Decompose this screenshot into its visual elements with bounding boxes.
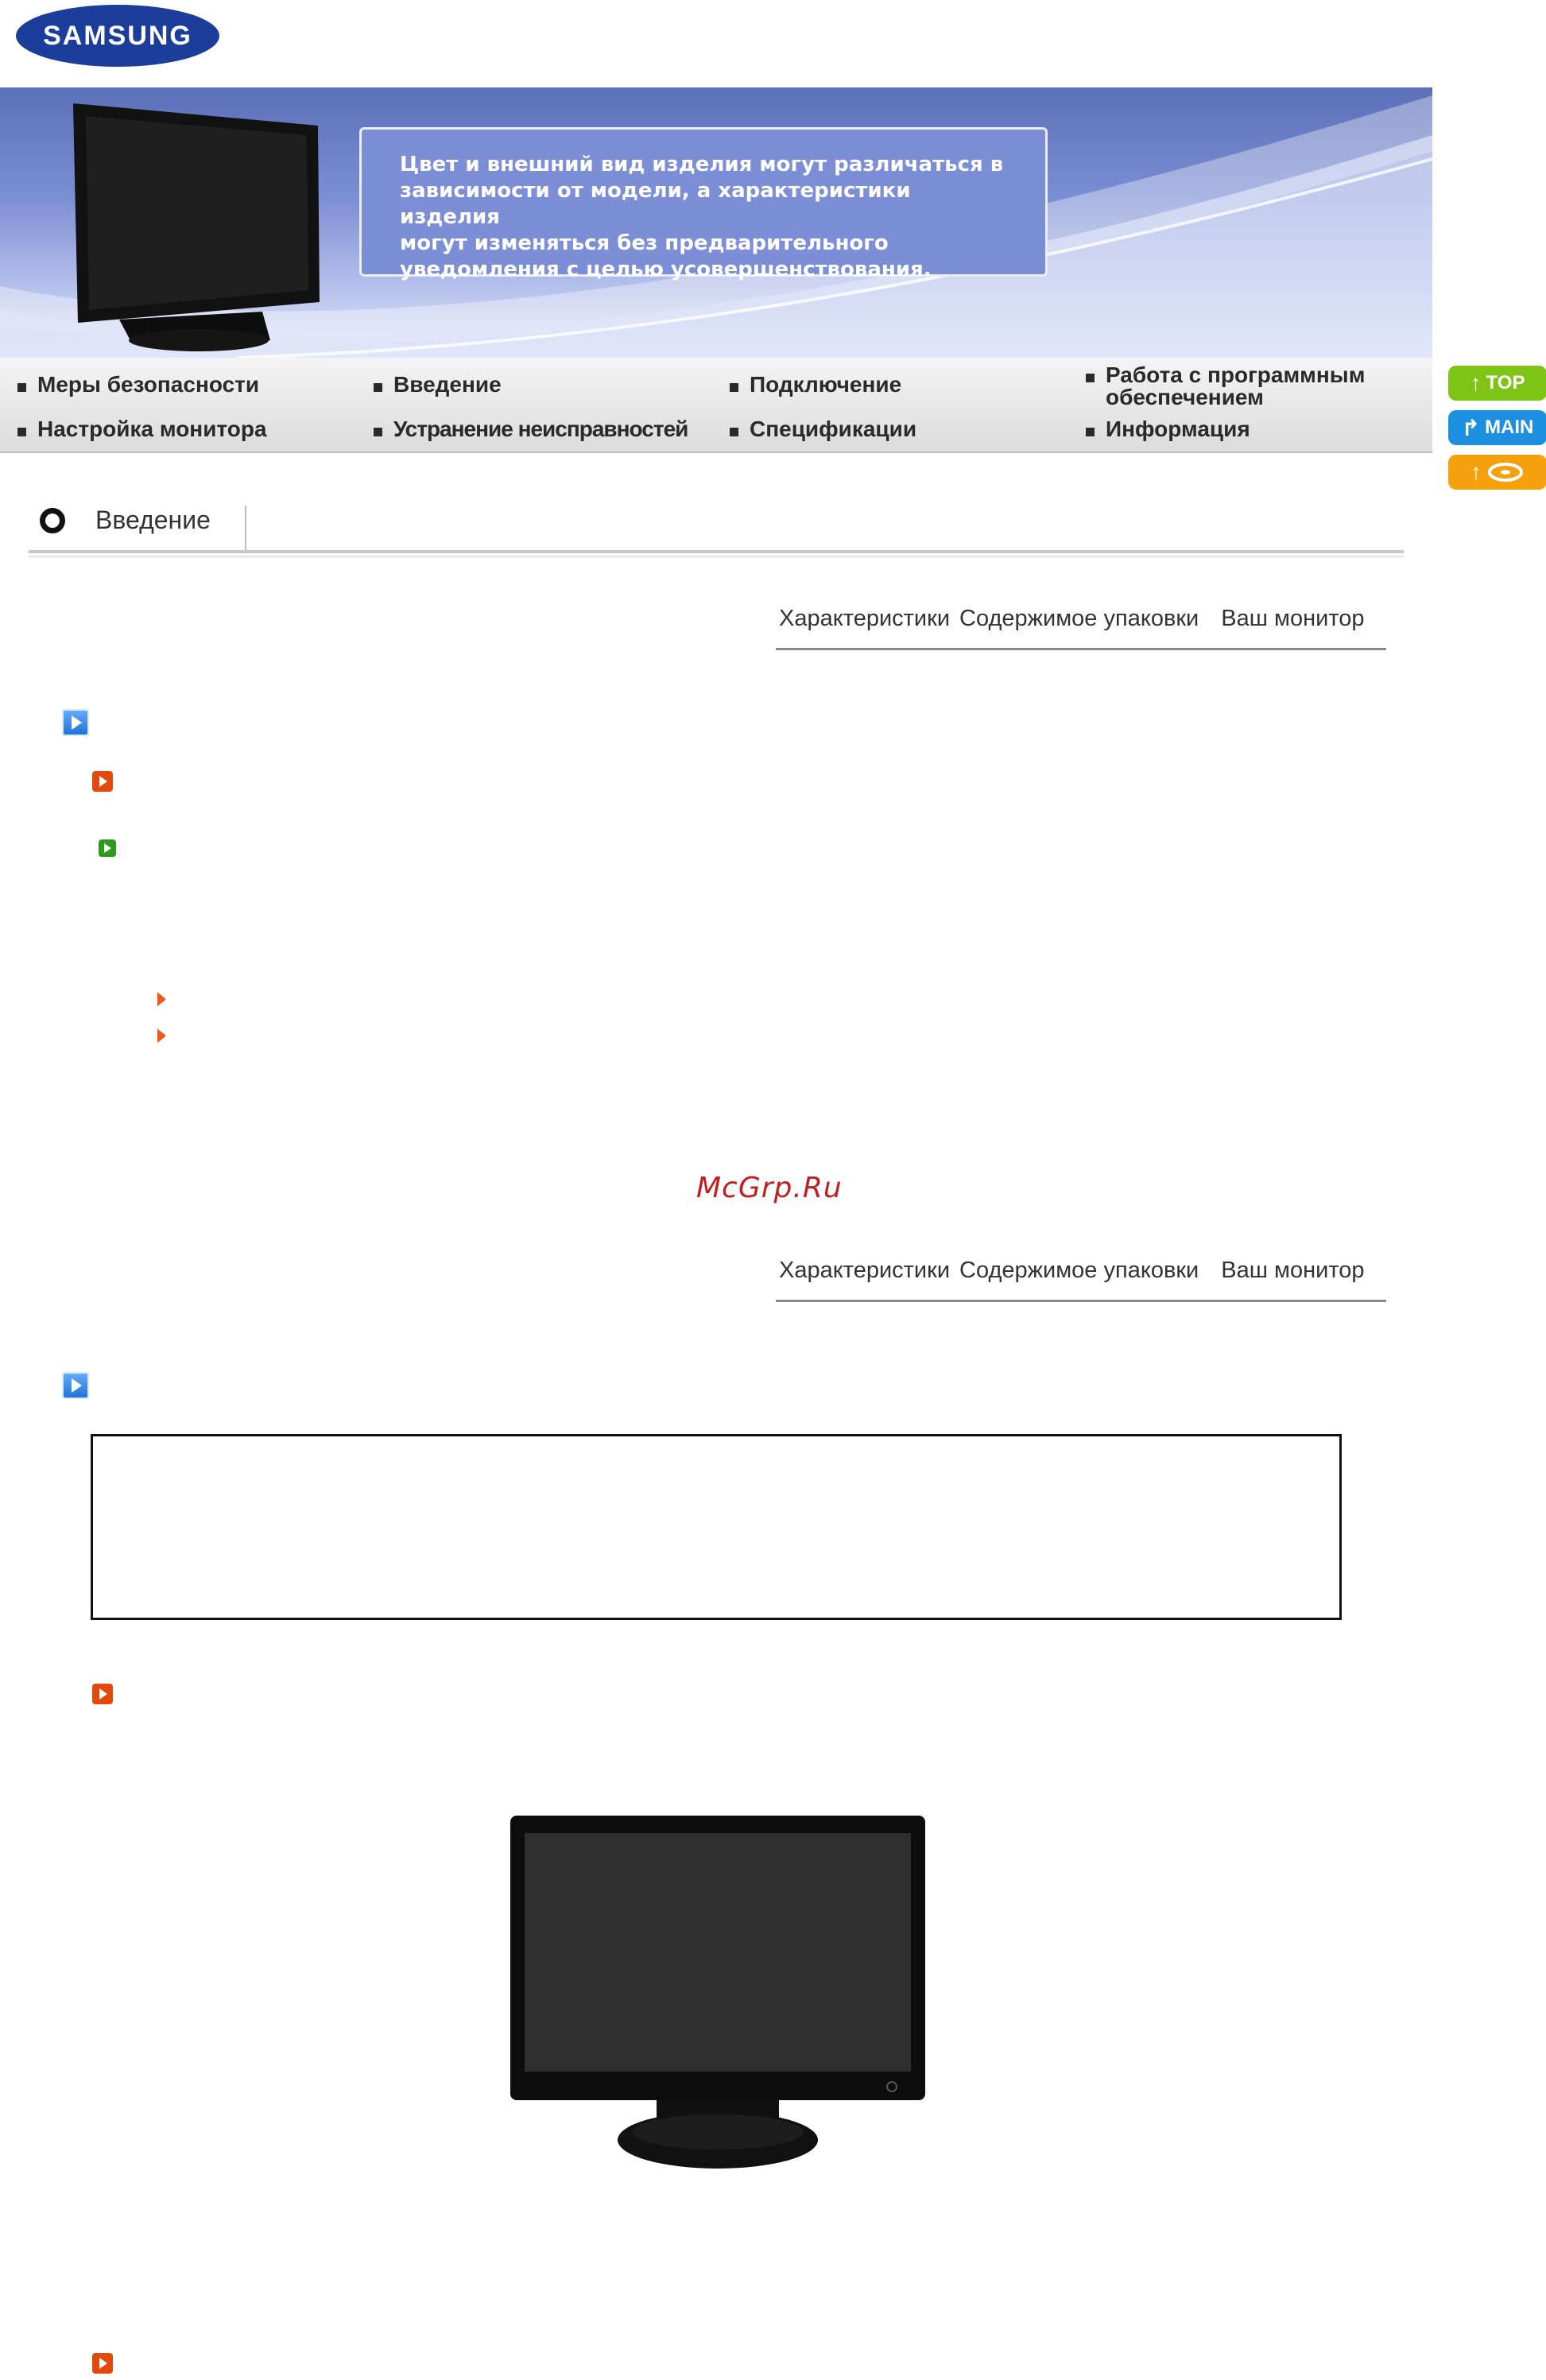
tabs-underline (776, 1300, 1386, 1302)
tabs-underline (776, 648, 1386, 650)
nav-item-label: Меры безопасности (37, 372, 260, 397)
arrow-up-icon: ↑ (1470, 459, 1482, 484)
arrow-up-icon: ↑ (1470, 370, 1482, 395)
nav-item-label: Работа с программным обеспечением (1106, 362, 1366, 409)
nav-item-label: Спецификации (750, 417, 917, 441)
blue-arrow-bullet-icon (62, 709, 89, 736)
nav-item-information[interactable]: Информация (1086, 418, 1250, 440)
bullet-square-icon (730, 428, 738, 436)
bullet-square-icon (374, 428, 382, 436)
banner-notice-line: Цвет и внешний вид изделия могут различа… (400, 153, 1004, 176)
main-button[interactable]: ↱ MAIN (1448, 410, 1546, 445)
nav-item-introduction[interactable]: Введение (374, 374, 502, 396)
arrow-turn-icon: ↱ (1461, 415, 1481, 440)
tab-features[interactable]: Характеристики (779, 606, 950, 632)
blue-arrow-bullet-icon (62, 1372, 89, 1399)
bullet-square-icon (17, 428, 26, 436)
tab-package-contents[interactable]: Содержимое упаковки (959, 1258, 1199, 1284)
tab-features[interactable]: Характеристики (779, 1258, 950, 1284)
tab-your-monitor[interactable]: Ваш монитор (1221, 606, 1364, 632)
nav-item-troubleshooting[interactable]: Устранение неисправностей (374, 418, 688, 440)
hero-banner: Цвет и внешний вид изделия могут различа… (0, 87, 1432, 358)
bullet-square-icon (374, 383, 382, 392)
bullet-square-icon (1086, 428, 1095, 436)
main-nav: Меры безопасности Введение Подключение Р… (0, 358, 1432, 453)
content-tabs-second: Характеристики Содержимое упаковки Ваш м… (779, 1258, 1374, 1284)
watermark-text: McGrp.Ru (696, 1172, 843, 1204)
nav-item-connection[interactable]: Подключение (730, 374, 901, 396)
banner-notice-line: могут изменяться без предварительного (400, 231, 889, 255)
nav-item-label: Настройка монитора (37, 417, 267, 441)
orange-arrow-bullet-icon (92, 1684, 113, 1704)
content-tabs: Характеристики Содержимое упаковки Ваш м… (779, 606, 1374, 632)
section-circle-icon (40, 507, 65, 533)
green-arrow-bullet-icon (99, 839, 116, 857)
tab-your-monitor[interactable]: Ваш монитор (1221, 1258, 1364, 1284)
nav-item-label: Введение (393, 372, 502, 397)
nav-item-label: Устранение неисправностей (393, 417, 688, 441)
nav-item-adjusting[interactable]: Настройка монитора (17, 418, 267, 440)
banner-notice: Цвет и внешний вид изделия могут различа… (359, 127, 1048, 281)
section-divider (245, 506, 246, 550)
nav-item-label: Подключение (750, 372, 902, 397)
section-header: Введение (40, 506, 211, 535)
notice-box (91, 1434, 1342, 1620)
banner-notice-line: зависимости от модели, а характеристики … (400, 179, 911, 229)
bullet-square-icon (1086, 374, 1095, 382)
nav-item-label: Информация (1106, 417, 1250, 441)
main-button-label: MAIN (1485, 417, 1534, 438)
samsung-logo[interactable]: SAMSUNG (14, 0, 221, 72)
tab-package-contents[interactable]: Содержимое упаковки (959, 606, 1199, 632)
section-underline-shadow (29, 555, 1404, 558)
back-to-disc-button[interactable]: ↑ (1448, 455, 1546, 490)
bullet-square-icon (17, 383, 26, 392)
orange-arrow-bullet-icon (92, 2353, 113, 2374)
orange-arrow-bullet-icon (92, 771, 113, 792)
nav-item-software[interactable]: Работа с программным обеспечением (1086, 364, 1404, 409)
nav-item-specifications[interactable]: Спецификации (730, 418, 916, 440)
small-arrow-bullet-icon (157, 1029, 166, 1043)
disc-icon (1488, 463, 1523, 482)
banner-notice-line: уведомления с целью усовершенствования. (400, 258, 932, 281)
monitor-front-image (507, 1812, 928, 2184)
nav-item-safety[interactable]: Меры безопасности (17, 374, 259, 396)
page-title: Введение (95, 506, 211, 534)
top-button-label: TOP (1486, 372, 1525, 393)
top-button[interactable]: ↑ TOP (1448, 366, 1546, 401)
bullet-square-icon (730, 383, 738, 392)
small-arrow-bullet-icon (157, 992, 166, 1006)
section-underline (29, 550, 1404, 553)
logo-text: SAMSUNG (43, 21, 192, 51)
